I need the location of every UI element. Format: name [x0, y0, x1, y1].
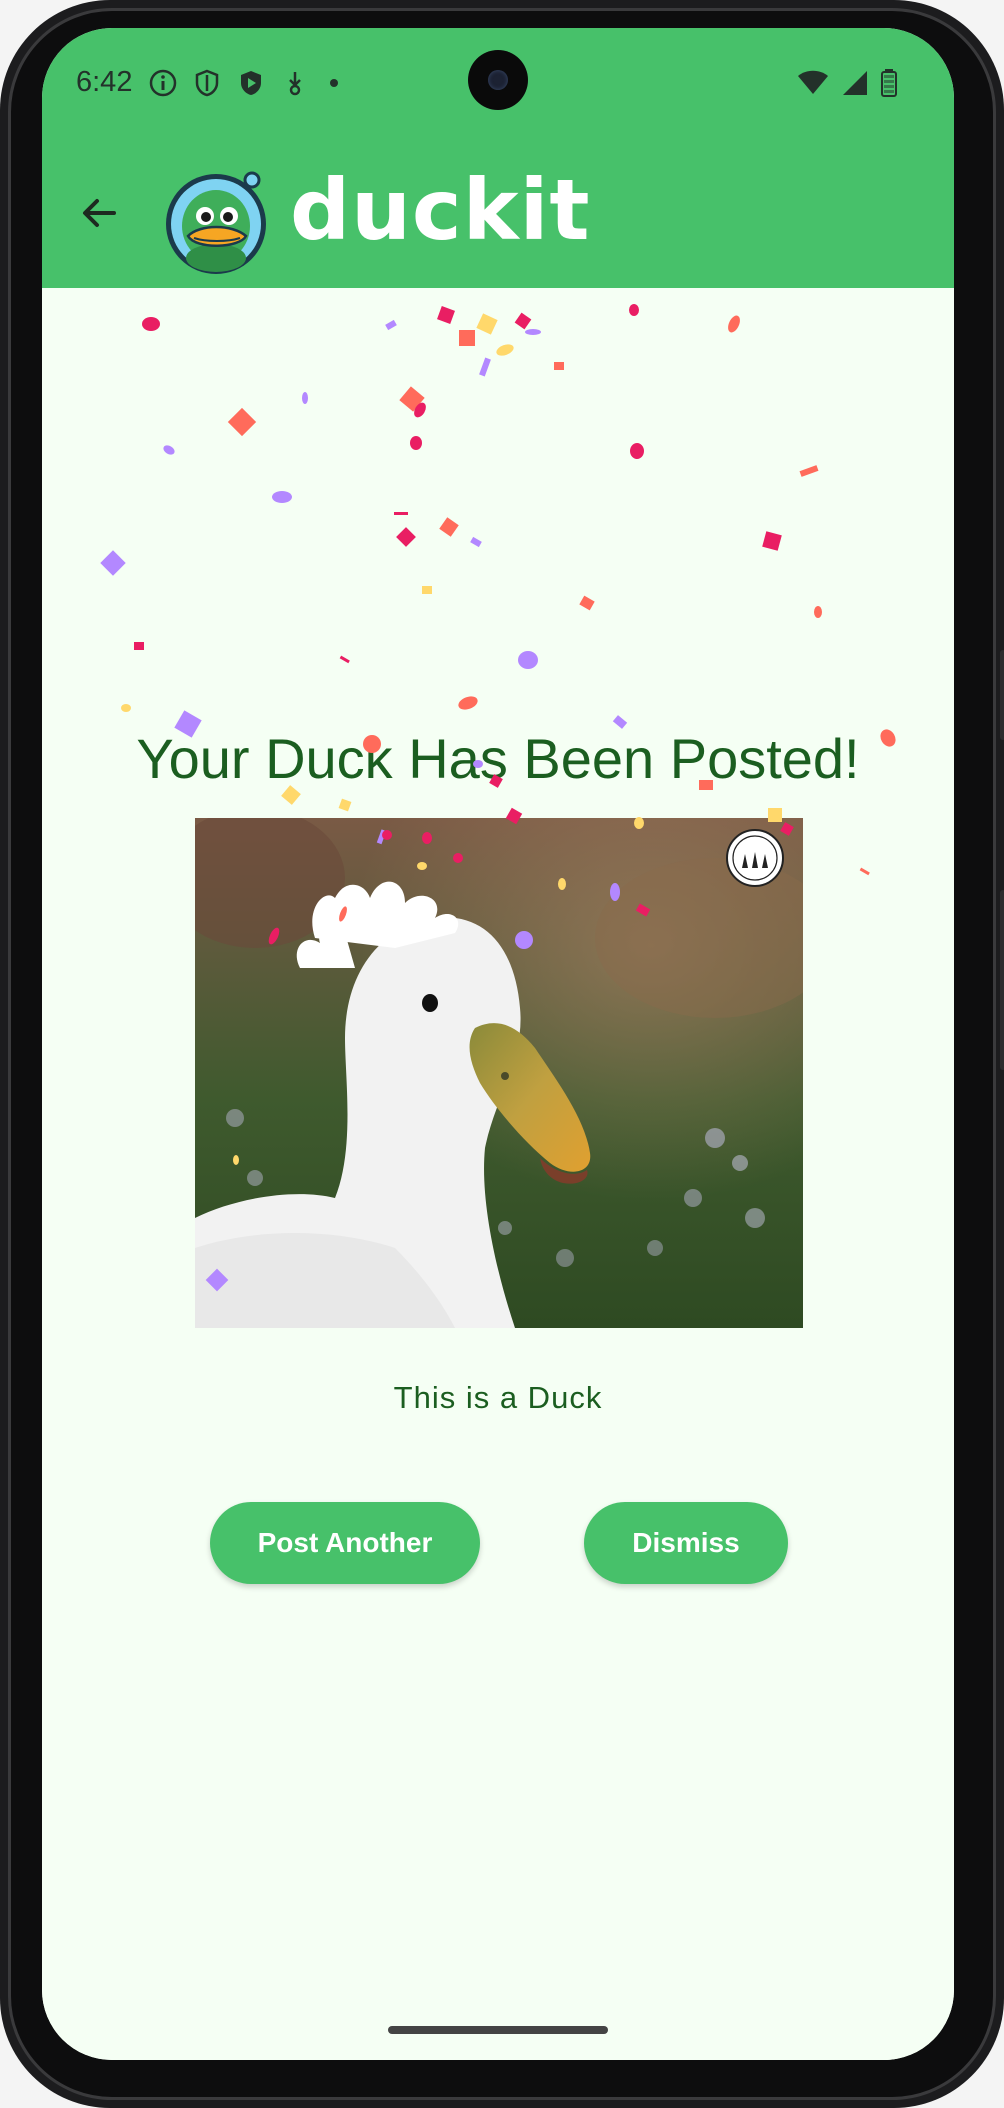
status-icons-left: [148, 68, 344, 98]
duck-image: [195, 818, 803, 1328]
app-bar: duckit: [42, 136, 954, 288]
battery-icon: [881, 69, 897, 97]
back-button[interactable]: [70, 184, 128, 242]
signal-icon: [843, 71, 867, 95]
duck-logo-icon: [166, 171, 266, 274]
shield-icon: [195, 69, 219, 97]
volume-button: [1000, 890, 1004, 1070]
app-title: duckit: [290, 161, 591, 259]
phone-frame: 6:42 duckit Your Duck Has Been Posted! T…: [0, 0, 1004, 2108]
status-time: 6:42: [76, 66, 133, 98]
home-indicator[interactable]: [388, 2026, 608, 2034]
photo-caption: This is a Duck: [393, 1380, 603, 1415]
dot-icon: [330, 79, 338, 87]
download-icon: [289, 72, 301, 96]
wifi-icon: [798, 70, 828, 94]
dismiss-button[interactable]: Dismiss: [584, 1502, 788, 1584]
info-icon: [149, 69, 177, 97]
screen: 6:42 duckit Your Duck Has Been Posted! T…: [42, 28, 954, 2060]
page-title: Your Duck Has Been Posted!: [136, 727, 860, 790]
status-bar: 6:42: [42, 28, 954, 136]
main-content: Your Duck Has Been Posted! This is a Duc…: [42, 288, 954, 2060]
status-icons-right: [796, 68, 898, 98]
front-camera: [468, 50, 528, 110]
side-button: [1000, 650, 1004, 740]
arrow-back-icon: [83, 199, 116, 227]
duck-photo: [195, 818, 803, 1328]
play-protect-icon: [241, 71, 261, 95]
post-another-button[interactable]: Post Another: [210, 1502, 480, 1584]
